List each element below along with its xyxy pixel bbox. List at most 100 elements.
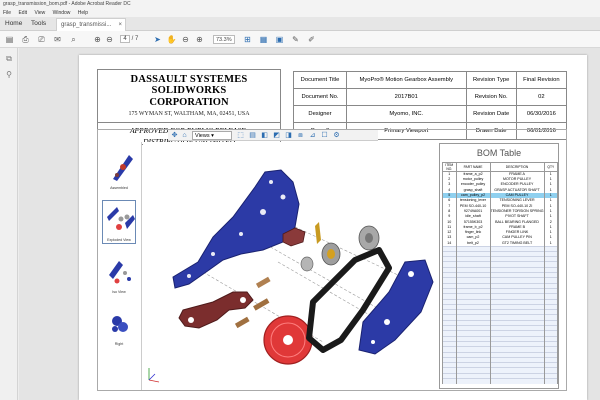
thumb-iso[interactable]: Iso View: [102, 252, 136, 296]
page-up-icon[interactable]: ⊕: [92, 34, 103, 45]
bom-header-cell: QTY: [543, 162, 559, 172]
page-number-input[interactable]: 4: [120, 35, 130, 43]
tab-home[interactable]: Home: [5, 17, 22, 31]
home-view-icon[interactable]: ⌂: [180, 131, 189, 140]
meta-cell: Document Title: [293, 71, 347, 89]
bom-empty-row: [442, 377, 559, 384]
bom-cell: BALL BEARING FLANGED: [489, 219, 545, 225]
bom-cell: encoder_pulley: [455, 182, 491, 188]
bom-empty-cell: [489, 377, 545, 384]
lighting-icon[interactable]: ◩: [272, 131, 281, 140]
bom-empty-cell: [455, 377, 491, 384]
assembled-thumbnail-icon: [113, 155, 133, 181]
sticky-note-icon[interactable]: ✎: [290, 34, 301, 45]
close-tab-icon[interactable]: ×: [118, 19, 122, 31]
fit-page-icon[interactable]: ⊞: [242, 34, 253, 45]
page-down-icon[interactable]: ⊖: [104, 34, 115, 45]
menu-window[interactable]: Window: [53, 10, 71, 16]
meta-cell: MyoPro® Motion Gearbox Assembly: [346, 71, 467, 89]
measure-icon[interactable]: ⊿: [308, 131, 317, 140]
print-icon[interactable]: ⎚: [36, 34, 47, 45]
pdf-page: DASSAULT SYSTEMES SOLIDWORKS CORPORATION…: [79, 55, 587, 400]
meta-row: Document No. 2017B01 Revision No. 02: [293, 88, 568, 106]
zoom-level-select[interactable]: 73.3%: [213, 35, 235, 44]
tab-document[interactable]: grasp_transmissi... ×: [56, 18, 126, 31]
window-title: grasp_transmission_bom.pdf - Adobe Acrob…: [0, 0, 600, 9]
comment-icon[interactable]: ▣: [274, 34, 285, 45]
cross-section-icon[interactable]: ⧈: [296, 131, 305, 140]
bom-empty-cell: [543, 377, 559, 384]
company-address: 175 WYMAN ST, WALTHAM, MA, 02451, USA: [128, 111, 250, 117]
settings-3d-icon[interactable]: ⚙: [332, 131, 341, 140]
bom-header-row: ITEM NO. PART NAME DESCRIPTION QTY: [442, 162, 559, 172]
select-cursor-icon[interactable]: ➤: [152, 34, 163, 45]
3d-scene[interactable]: [143, 142, 435, 390]
meta-row: Designer Myomo, INC. Revision Date 06/30…: [293, 105, 568, 123]
menu-file[interactable]: File: [3, 10, 11, 16]
left-panel: ⧉ ⚲: [0, 48, 18, 400]
3d-viewer[interactable]: ✥ ⌂ Views ▾ ⬚ ▤ ◧ ◩ ◨ ⧈ ⊿ ☐ ⚙ Assembled …: [97, 129, 567, 391]
rotate-icon[interactable]: ✥: [170, 131, 179, 140]
menu-view[interactable]: View: [34, 10, 45, 16]
thumb-right[interactable]: Right: [102, 304, 136, 348]
menu-help[interactable]: Help: [78, 10, 88, 16]
zoom-in-icon[interactable]: ⊕: [194, 34, 205, 45]
meta-cell: Designer: [293, 105, 347, 123]
meta-cell: 06/30/2016: [515, 105, 568, 123]
menu-bar: File Edit View Window Help: [0, 9, 600, 17]
hand-tool-icon[interactable]: ✋: [166, 34, 177, 45]
bom-title: BOM Table: [476, 148, 522, 158]
exploded-thumbnail-icon: [107, 207, 135, 230]
model-tree-icon[interactable]: ▤: [248, 131, 257, 140]
views-dropdown[interactable]: Views ▾: [192, 131, 232, 140]
bom-header-cell: PART NAME: [455, 162, 491, 172]
save-icon[interactable]: ⎙: [20, 34, 31, 45]
tab-tools[interactable]: Tools: [31, 17, 46, 31]
thumb-label: Assembled: [110, 186, 128, 190]
bom-body: 1 frame_a_p2 FRAME A 1 2 motor_pulley MOTOR PU…: [442, 171, 559, 384]
create-pdf-icon[interactable]: ▤: [4, 34, 15, 45]
comment-3d-icon[interactable]: ☐: [320, 131, 329, 140]
zoom-out-icon[interactable]: ⊖: [180, 34, 191, 45]
menu-edit[interactable]: Edit: [18, 10, 27, 16]
attachments-icon[interactable]: ⚲: [4, 70, 14, 80]
exploded-assembly-render: [148, 169, 434, 383]
thumb-exploded[interactable]: Exploded View: [102, 200, 136, 244]
iso-thumbnail-icon: [109, 261, 131, 284]
bom-cell: tensioning_lever: [455, 198, 491, 204]
projection-icon[interactable]: ⬚: [236, 131, 245, 140]
page-total: / 7: [131, 36, 139, 42]
search-icon[interactable]: ⌕: [68, 34, 79, 45]
meta-cell: 2017B01: [346, 88, 467, 106]
thumb-assembled[interactable]: Assembled: [102, 148, 136, 192]
bom-empty-cell: [442, 377, 457, 384]
view-thumbnails: Assembled Exploded View Iso View Right: [98, 142, 142, 390]
bom-header-cell: ITEM NO.: [442, 162, 457, 172]
meta-row: Document Title MyoPro® Motion Gearbox As…: [293, 71, 568, 89]
bom-panel: BOM Table ITEM NO. PART NAME DESCRIPTION…: [439, 143, 559, 389]
thumb-label: Right: [114, 342, 124, 346]
meta-cell: Myomo, INC.: [346, 105, 467, 123]
meta-cell: Revision No.: [465, 88, 517, 106]
views-label: Views: [195, 133, 210, 139]
scroll-mode-icon[interactable]: ▦: [258, 34, 269, 45]
tab-bar: Home Tools grasp_transmissi... ×: [0, 17, 600, 31]
page-navigator: 4 / 7: [120, 35, 138, 43]
pages-panel-icon[interactable]: ⧉: [4, 54, 14, 64]
3d-toolbar: ✥ ⌂ Views ▾ ⬚ ▤ ◧ ◩ ◨ ⧈ ⊿ ☐ ⚙: [168, 130, 378, 141]
meta-cell: Revision Date: [465, 105, 517, 123]
thumb-label: Iso View: [112, 290, 126, 294]
email-icon[interactable]: ✉: [52, 34, 63, 45]
document-tab-label: grasp_transmissi...: [61, 22, 112, 28]
bom-header-cell: DESCRIPTION: [489, 162, 545, 172]
bom-cell: PEM SO-440-10: [455, 203, 491, 209]
document-area: DASSAULT SYSTEMES SOLIDWORKS CORPORATION…: [19, 48, 600, 400]
right-thumbnail-icon: [112, 316, 128, 332]
company-name-line1: DASSAULT SYSTEMES SOLIDWORKS: [130, 74, 248, 96]
meta-cell: Document No.: [293, 88, 347, 106]
bom-table: ITEM NO. PART NAME DESCRIPTION QTY 1 fram…: [442, 162, 559, 384]
render-mode-icon[interactable]: ◧: [260, 131, 269, 140]
meta-cell: 02: [515, 88, 568, 106]
background-color-icon[interactable]: ◨: [284, 131, 293, 140]
pen-icon[interactable]: ✐: [306, 34, 317, 45]
